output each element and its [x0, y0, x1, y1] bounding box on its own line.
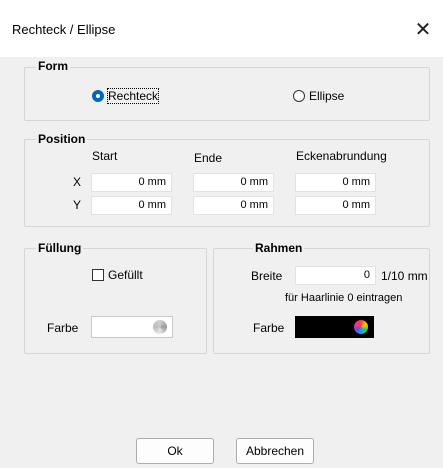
column-corner-label: Eckenabrundung: [296, 149, 387, 163]
filled-checkbox-label: Gefüllt: [108, 268, 143, 282]
border-width-field[interactable]: 0: [295, 266, 376, 285]
title-bar: Rechteck / Ellipse ✕: [0, 0, 443, 57]
row-y-label: Y: [73, 198, 82, 212]
fill-group: [24, 248, 207, 354]
form-group-title: Form: [36, 59, 70, 73]
color-palette-icon: [354, 320, 368, 334]
fill-color-label: Farbe: [47, 321, 79, 335]
row-x-label: X: [73, 175, 82, 189]
close-icon: ✕: [414, 18, 432, 41]
x-end-field[interactable]: 0 mm: [193, 173, 274, 192]
x-corner-field[interactable]: 0 mm: [295, 173, 376, 192]
form-group: [24, 67, 430, 121]
column-start-label: Start: [92, 149, 118, 163]
column-end-label: Ende: [194, 151, 223, 165]
border-width-label: Breite: [251, 269, 283, 283]
border-width-unit: 1/10 mm: [381, 269, 428, 283]
cancel-button[interactable]: Abbrechen: [236, 438, 314, 464]
radio-rechteck[interactable]: Rechteck: [92, 88, 160, 104]
filled-checkbox[interactable]: Gefüllt: [92, 268, 143, 282]
x-start-field[interactable]: 0 mm: [91, 173, 172, 192]
hairline-hint: für Haarlinie 0 eintragen: [285, 292, 403, 304]
y-end-field[interactable]: 0 mm: [193, 196, 274, 215]
ok-button[interactable]: Ok: [136, 438, 214, 464]
close-button[interactable]: ✕: [403, 14, 443, 44]
color-palette-icon: [153, 320, 167, 334]
fill-group-title: Füllung: [36, 241, 84, 255]
y-start-field[interactable]: 0 mm: [91, 196, 172, 215]
position-group-title: Position: [36, 132, 88, 146]
radio-ellipse-label: Ellipse: [309, 89, 345, 103]
radio-rechteck-label: Rechteck: [106, 88, 160, 104]
border-color-picker[interactable]: [295, 316, 374, 338]
border-color-label: Farbe: [253, 321, 285, 335]
border-group-title: Rahmen: [253, 241, 305, 255]
window-title: Rechteck / Ellipse: [12, 22, 116, 37]
fill-color-picker[interactable]: [91, 316, 173, 338]
filled-checkbox-box: [92, 269, 104, 281]
y-corner-field[interactable]: 0 mm: [295, 196, 376, 215]
radio-rechteck-indicator: [92, 90, 104, 102]
radio-ellipse[interactable]: Ellipse: [293, 89, 344, 103]
radio-ellipse-indicator: [293, 90, 305, 102]
